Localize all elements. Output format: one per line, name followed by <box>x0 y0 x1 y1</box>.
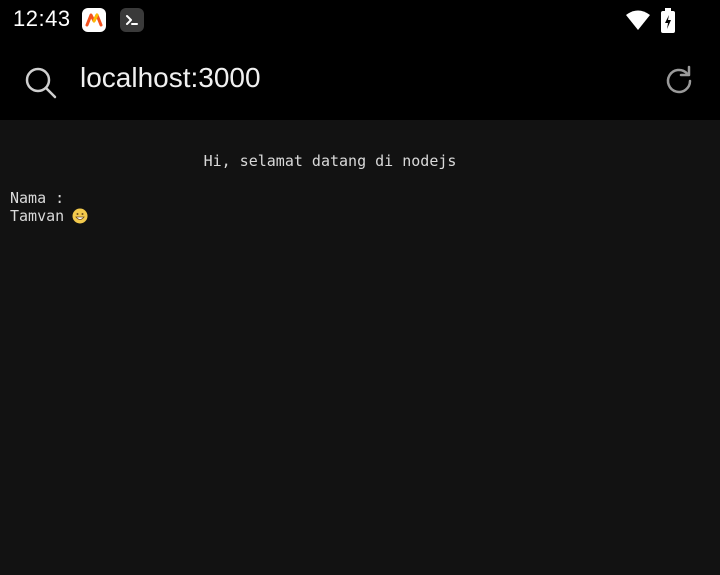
battery-icon <box>660 8 676 34</box>
url-field[interactable]: localhost:3000 <box>80 62 261 94</box>
name-value: Tamvan <box>10 207 65 225</box>
reload-icon[interactable] <box>662 64 696 98</box>
terminal-icon <box>120 8 144 32</box>
address-bar: localhost:3000 <box>0 42 720 120</box>
grinning-face-icon <box>72 208 88 224</box>
status-bar: 12:43 <box>0 0 720 42</box>
page-content: Hi, selamat datang di nodejs Nama : Tamv… <box>0 120 720 575</box>
search-icon[interactable] <box>24 66 58 100</box>
greeting-text: Hi, selamat datang di nodejs <box>203 152 457 170</box>
name-value-row: Tamvan <box>10 207 88 225</box>
status-time: 12:43 <box>13 6 71 31</box>
wifi-icon <box>625 9 651 31</box>
name-label: Nama : <box>10 189 65 207</box>
app-logo-icon <box>82 8 106 32</box>
